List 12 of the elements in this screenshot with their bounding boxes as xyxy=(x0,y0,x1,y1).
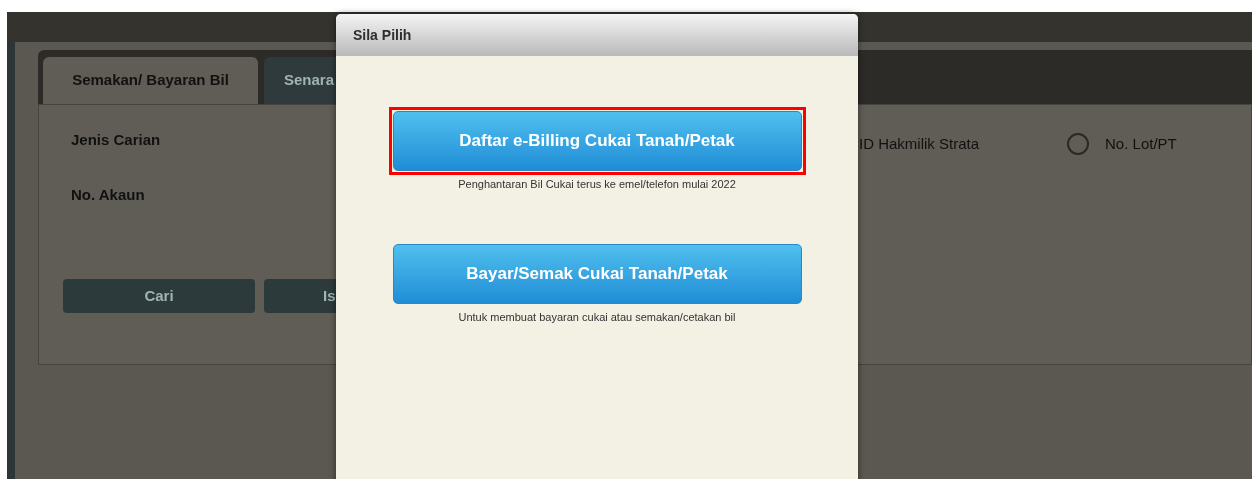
field-label: No. Akaun xyxy=(71,184,145,205)
field-label: Jenis Carian xyxy=(71,130,161,150)
dialog-title: Sila Pilih xyxy=(353,25,412,45)
radio-button[interactable] xyxy=(1067,133,1090,156)
choice-button[interactable]: Daftar e-Billing Cukai Tanah/Petak xyxy=(392,111,802,171)
option-label: ID Hakmilik Strata xyxy=(859,134,980,154)
choice-note: Penghantaran Bil Cukai terus ke emel/telefon mulai 2022 xyxy=(458,177,736,192)
tab[interactable]: Semakan/ Bayaran Bil xyxy=(43,57,258,104)
choice-button[interactable]: Bayar/Semak Cukai Tanah/Petak xyxy=(392,243,802,304)
action-button[interactable]: Cari xyxy=(63,279,255,313)
choice-note: Untuk membuat bayaran cukai atau semakan/cetakan bil xyxy=(458,309,736,325)
option-label: No. Lot/PT xyxy=(1105,134,1177,154)
